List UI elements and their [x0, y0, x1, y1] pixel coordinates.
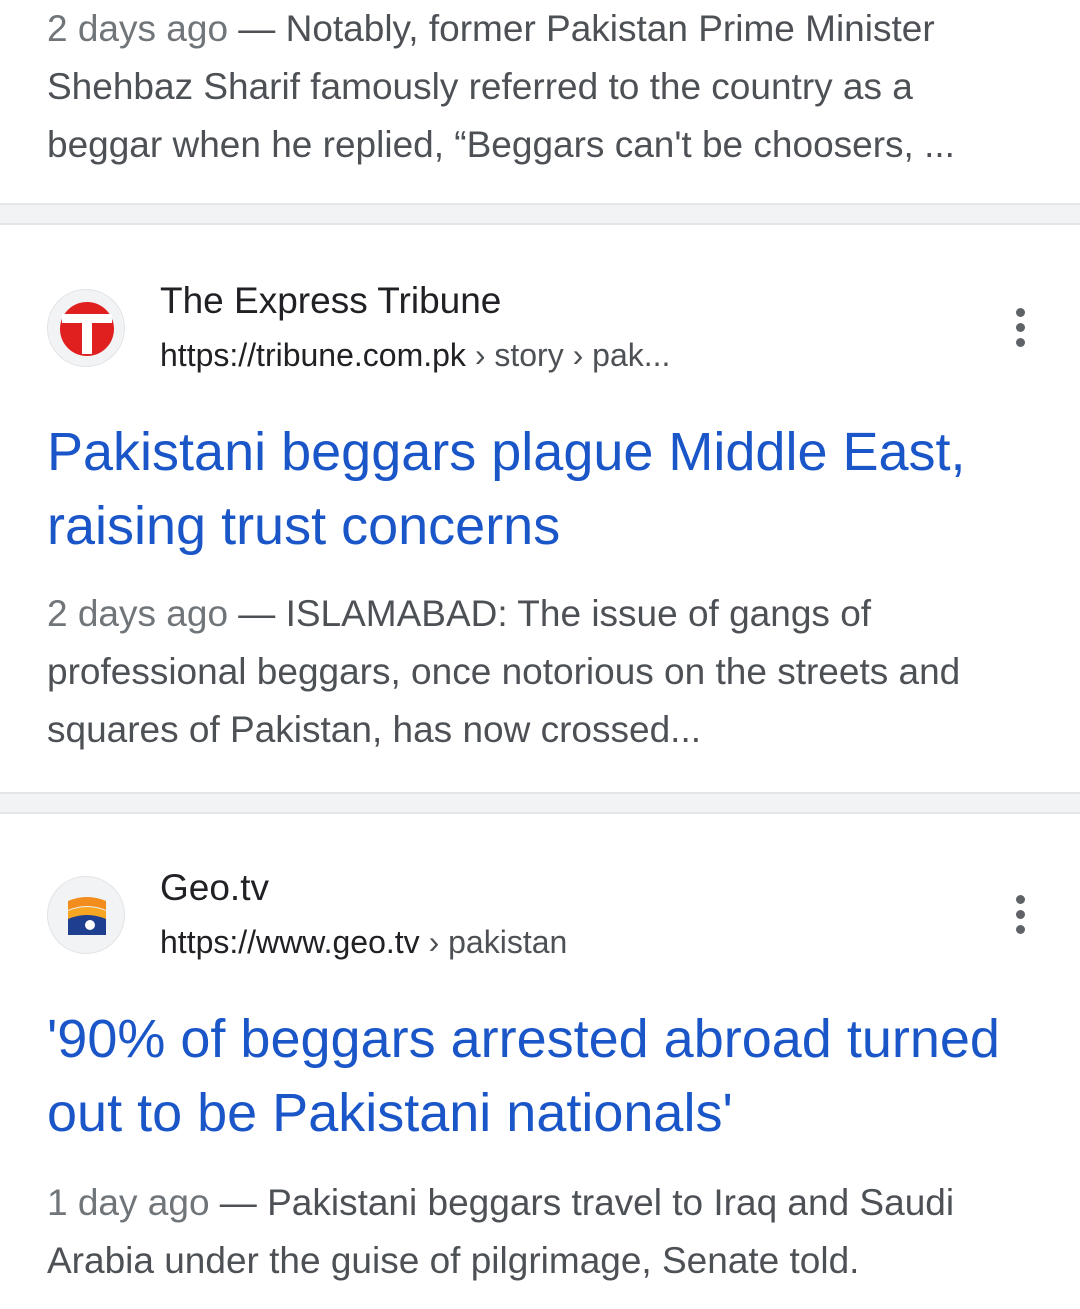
result-title-link[interactable]: Pakistani beggars plague Middle East, ra… — [47, 415, 1047, 563]
source-url-path: › story › pak... — [474, 337, 671, 373]
result-snippet: 1 day ago — Pakistani beggars travel to … — [47, 1174, 1037, 1290]
more-vert-icon[interactable] — [1000, 884, 1040, 944]
source-url[interactable]: https://www.geo.tv › pakistan — [160, 922, 567, 962]
result-snippet: 2 days ago — ISLAMABAD: The issue of gan… — [47, 585, 1037, 759]
result-separator — [0, 203, 1080, 225]
snippet-separator: — — [228, 8, 286, 49]
snippet-date: 1 day ago — [47, 1182, 210, 1223]
snippet-date: 2 days ago — [47, 593, 229, 634]
result-separator — [0, 792, 1080, 814]
source-name[interactable]: The Express Tribune — [160, 279, 501, 323]
express-tribune-logo-icon[interactable] — [47, 289, 125, 367]
snippet-separator: — — [209, 1182, 268, 1223]
source-url[interactable]: https://tribune.com.pk › story › pak... — [160, 335, 670, 375]
source-name[interactable]: Geo.tv — [160, 866, 269, 910]
source-url-base: https://tribune.com.pk — [160, 337, 466, 373]
result-card-1[interactable]: The Express Tribune https://tribune.com.… — [0, 225, 1080, 792]
snippet-date: 2 days ago — [47, 8, 229, 49]
result-snippet: 2 days ago — Notably, former Pakistan Pr… — [47, 0, 1037, 174]
snippet-separator: — — [228, 593, 286, 634]
result-card-0: 2 days ago — Notably, former Pakistan Pr… — [0, 0, 1080, 203]
geo-tv-logo-icon[interactable] — [47, 876, 125, 954]
source-url-base: https://www.geo.tv — [160, 924, 420, 960]
result-card-2[interactable]: Geo.tv https://www.geo.tv › pakistan '90… — [0, 814, 1080, 1309]
result-title-link[interactable]: '90% of beggars arrested abroad turned o… — [47, 1002, 1047, 1150]
more-vert-icon[interactable] — [1000, 297, 1040, 357]
source-url-path: › pakistan — [428, 924, 568, 960]
